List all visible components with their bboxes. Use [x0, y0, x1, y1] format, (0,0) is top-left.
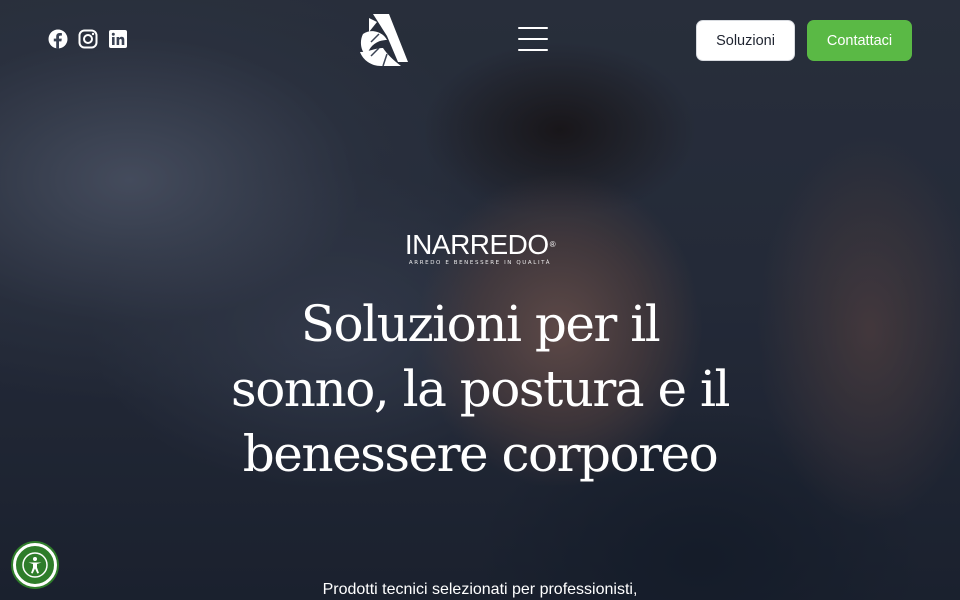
- menu-line-bottom: [518, 49, 548, 51]
- menu-line-middle: [518, 38, 548, 40]
- accessibility-icon: [22, 552, 48, 578]
- hero-section: Soluzioni Contattaci INARREDO® ARREDO E …: [0, 0, 960, 600]
- brand-mark-icon[interactable]: [357, 12, 409, 68]
- logo-wordmark-text: INARREDO: [404, 229, 549, 260]
- contact-button[interactable]: Contattaci: [807, 20, 912, 61]
- solutions-button[interactable]: Soluzioni: [696, 20, 795, 61]
- logo-tagline: ARREDO E BENESSERE IN QUALITÀ: [408, 260, 552, 266]
- brand-logo: INARREDO® ARREDO E BENESSERE IN QUALITÀ: [0, 230, 960, 267]
- menu-line-top: [518, 27, 548, 29]
- instagram-icon[interactable]: [78, 29, 98, 49]
- logo-wordmark: INARREDO®: [0, 230, 960, 260]
- social-links: [48, 29, 128, 49]
- hamburger-menu-icon[interactable]: [518, 27, 548, 51]
- hero-subtext: Prodotti tecnici selezionati per profess…: [322, 581, 638, 598]
- facebook-icon[interactable]: [48, 29, 68, 49]
- hero-headline: Soluzioni per il sonno, la postura e il …: [231, 295, 730, 483]
- linkedin-icon[interactable]: [108, 29, 128, 49]
- registered-mark: ®: [549, 240, 556, 249]
- accessibility-button[interactable]: [13, 543, 57, 587]
